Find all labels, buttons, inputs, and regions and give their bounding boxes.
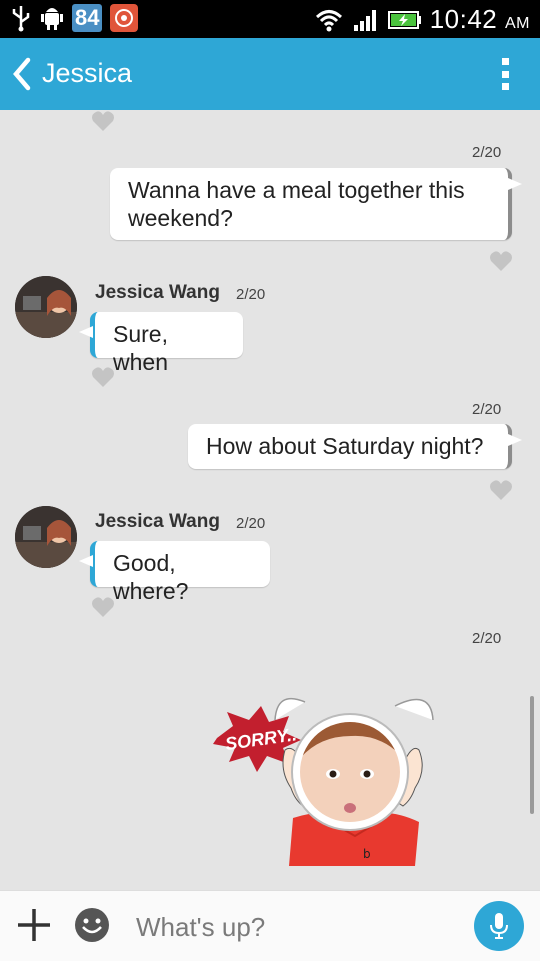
like-heart-icon[interactable]	[91, 110, 115, 132]
like-heart-icon[interactable]	[91, 366, 115, 388]
chevron-left-icon[interactable]	[10, 56, 34, 92]
like-heart-icon[interactable]	[91, 596, 115, 618]
like-heart-icon[interactable]	[489, 250, 513, 272]
chat-header: Jessica	[0, 38, 540, 110]
conversation-title[interactable]: Jessica	[42, 58, 132, 89]
usb-icon	[12, 6, 30, 32]
status-bar: 84 10:42 AM	[0, 0, 540, 38]
message-bubble-incoming[interactable]: Good, where?	[79, 541, 270, 604]
microphone-button[interactable]	[474, 901, 524, 951]
battery-charging-icon	[387, 10, 421, 29]
scrollbar[interactable]	[530, 696, 534, 814]
sorry-sticker[interactable]: SORRY.. b	[205, 690, 445, 870]
microphone-icon	[490, 913, 508, 939]
android-debug-icon	[41, 8, 63, 30]
message-input[interactable]	[134, 909, 458, 945]
composer-bar	[0, 890, 540, 961]
message-bubble-outgoing[interactable]: Wanna have a meal together this weekend?	[110, 168, 522, 240]
avatar[interactable]	[15, 506, 77, 568]
message-bubble-incoming[interactable]: Sure, when	[79, 312, 243, 375]
battery-percent-badge: 84	[72, 4, 103, 32]
avatar[interactable]	[15, 276, 77, 338]
like-heart-icon[interactable]	[489, 479, 513, 501]
message-date: 2/20	[236, 286, 266, 303]
emoji-icon[interactable]	[74, 907, 110, 943]
wifi-icon	[315, 9, 342, 31]
notification-app-icon	[110, 4, 139, 32]
message-date: 2/20	[472, 401, 502, 418]
clock: 10:42 AM	[429, 4, 530, 34]
sender-name: Jessica Wang	[95, 511, 220, 532]
message-date: 2/20	[472, 144, 502, 161]
svg-text:b: b	[363, 847, 371, 861]
message-date: 2/20	[472, 630, 502, 647]
message-date: 2/20	[236, 515, 266, 532]
signal-icon	[353, 9, 376, 31]
plus-icon[interactable]	[16, 907, 52, 943]
message-bubble-outgoing[interactable]: How about Saturday night?	[188, 424, 522, 469]
message-list[interactable]: 2/20 Wanna have a meal together this wee…	[0, 110, 540, 890]
kebab-menu-icon[interactable]	[502, 58, 510, 90]
sender-name: Jessica Wang	[95, 282, 220, 303]
